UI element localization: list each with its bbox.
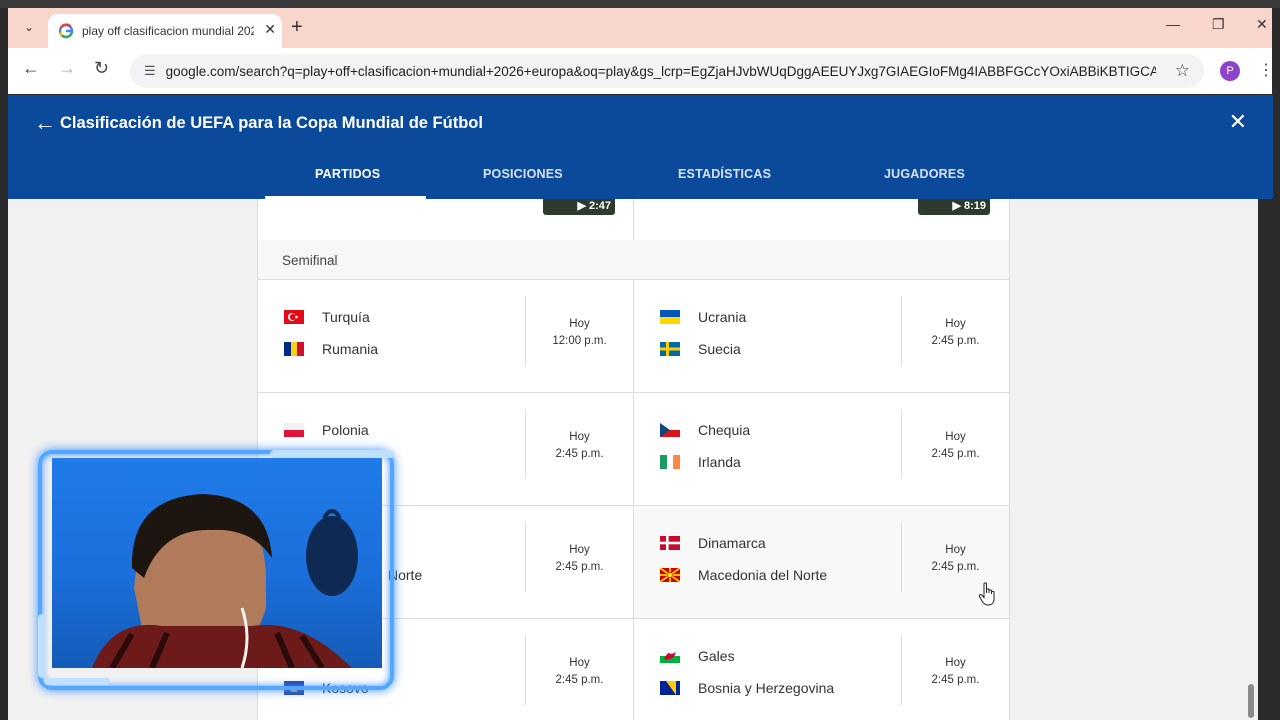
url-text[interactable]: google.com/search?q=play+off+clasificaci… (166, 64, 1156, 79)
video-duration: 2:47 (588, 200, 611, 212)
video-highlight-thumbnail[interactable]: ▶ 2:47 (543, 199, 615, 215)
north-macedonia-flag-icon (660, 567, 680, 583)
hand-cursor-icon (978, 582, 995, 606)
match-hour: 2:45 p.m. (555, 448, 604, 460)
match-day: Hoy (569, 657, 590, 669)
bookmark-star-icon[interactable]: ☆ (1175, 61, 1190, 81)
match-hour: 12:00 p.m. (552, 335, 607, 347)
poland-flag-icon (284, 423, 304, 437)
video-duration: 8:19 (963, 200, 986, 212)
match-hour: 2:45 p.m. (931, 335, 980, 347)
browser-menu-icon[interactable]: ⋮ (1258, 60, 1274, 80)
team-name: Macedonia del Norte (698, 567, 828, 583)
webcam-frame-accent (270, 450, 394, 458)
team-name: Ucrania (698, 309, 747, 325)
match-time: Hoy 2:45 p.m. (902, 429, 1009, 463)
reload-icon[interactable]: ↻ (94, 58, 109, 79)
address-bar[interactable]: ☰ google.com/search?q=play+off+clasifica… (130, 54, 1204, 88)
match-day: Hoy (569, 544, 590, 556)
google-favicon-icon (58, 23, 74, 39)
browser-tab-active[interactable]: play off clasificacion mundial 2026 euro… (48, 14, 282, 48)
match-card-ucrania-suecia[interactable]: Ucrania Suecia Hoy 2:45 p.m. (634, 280, 1009, 392)
match-row: Turquía Rumania Hoy 12:00 p.m. Ucrania Su… (258, 280, 1009, 393)
site-settings-icon[interactable]: ☰ (144, 63, 156, 79)
match-day: Hoy (569, 318, 590, 330)
panel-title: Clasificación de UEFA para la Copa Mundi… (60, 114, 483, 132)
team-name: Suecia (698, 341, 741, 357)
match-day: Hoy (945, 544, 966, 556)
new-tab-plus-icon[interactable]: + (291, 16, 303, 39)
czechia-flag-icon (660, 422, 680, 437)
window-close-icon[interactable]: ✕ (1256, 16, 1268, 33)
round-label: Semifinal (282, 253, 338, 268)
tab-close-icon[interactable]: ✕ (264, 21, 276, 38)
round-header: Semifinal (258, 240, 1009, 280)
chevron-down-icon: ⌄ (23, 20, 35, 34)
tab-estadisticas[interactable]: ESTADÍSTICAS (678, 167, 771, 181)
wales-flag-icon (660, 648, 680, 663)
match-hour: 2:45 p.m. (555, 561, 604, 573)
webcam-frame-accent (38, 614, 46, 678)
team-name: Turquía (322, 309, 370, 325)
panel-close-icon[interactable]: ✕ (1229, 109, 1247, 135)
webcam-frame (38, 450, 394, 690)
team-name: Dinamarca (698, 535, 766, 551)
screen-top-edge (0, 0, 1280, 8)
match-day: Hoy (945, 657, 966, 669)
sweden-flag-icon (660, 342, 680, 356)
bosnia-flag-icon (660, 681, 680, 695)
match-day: Hoy (945, 318, 966, 330)
ireland-flag-icon (660, 455, 680, 469)
video-highlight-thumbnail[interactable]: ▶ 8:19 (918, 199, 990, 215)
back-arrow-icon[interactable]: ← (22, 58, 40, 79)
forward-arrow-icon[interactable]: → (58, 58, 76, 79)
match-hour: 2:45 p.m. (555, 674, 604, 686)
panel-header: ← Clasificación de UEFA para la Copa Mun… (8, 95, 1273, 199)
match-day: Hoy (945, 431, 966, 443)
match-time: Hoy 12:00 p.m. (526, 316, 633, 350)
match-time: Hoy 2:45 p.m. (526, 655, 633, 689)
match-card-dinamarca-macedonia[interactable]: Dinamarca Macedonia del Norte Hoy 2:45 p.… (634, 506, 1009, 618)
team-name: Polonia (322, 422, 369, 438)
match-time: Hoy 2:45 p.m. (902, 655, 1009, 689)
previous-match-row: ▶ 2:47 ▶ 8:19 (258, 199, 1009, 241)
turkey-flag-icon (284, 310, 304, 324)
tab-partidos[interactable]: PARTIDOS (315, 167, 380, 181)
match-hour: 2:45 p.m. (931, 561, 980, 573)
panel-tabs: PARTIDOS POSICIONES ESTADÍSTICAS JUGADOR… (8, 155, 1273, 199)
match-hour: 2:45 p.m. (931, 448, 980, 460)
page-scrollbar[interactable] (1244, 199, 1258, 720)
profile-avatar[interactable]: P (1220, 61, 1240, 81)
match-time: Hoy 2:45 p.m. (902, 316, 1009, 350)
team-name: Chequia (698, 422, 751, 438)
tab-search-button[interactable]: ⌄ (18, 16, 40, 38)
match-day: Hoy (569, 431, 590, 443)
tab-title: play off clasificacion mundial 2026 euro… (82, 24, 254, 38)
denmark-flag-icon (660, 536, 680, 550)
team-name: Bosnia y Herzegovina (698, 680, 835, 696)
match-card-gales-bosnia[interactable]: Gales Bosnia y Herzegovina Hoy 2:45 p.m. (634, 619, 1009, 720)
column-divider (633, 199, 634, 240)
webcam-overlay (38, 450, 394, 690)
romania-flag-icon (284, 342, 304, 356)
match-card-chequia-irlanda[interactable]: Chequia Irlanda Hoy 2:45 p.m. (634, 393, 1009, 505)
match-card-turquia-rumania[interactable]: Turquía Rumania Hoy 12:00 p.m. (258, 280, 634, 392)
panel-back-arrow-icon[interactable]: ← (34, 110, 56, 136)
tab-jugadores[interactable]: JUGADORES (884, 167, 965, 181)
team-name: Rumania (322, 341, 379, 357)
minimize-icon[interactable]: — (1166, 16, 1180, 32)
match-time: Hoy 2:45 p.m. (526, 542, 633, 576)
team-name: Irlanda (698, 454, 741, 470)
team-name: Gales (698, 648, 735, 664)
match-time: Hoy 2:45 p.m. (526, 429, 633, 463)
restore-icon[interactable]: ❐ (1212, 16, 1225, 33)
ukraine-flag-icon (660, 310, 680, 324)
browser-toolbar: ← → ↻ ☰ google.com/search?q=play+off+cla… (8, 48, 1274, 94)
match-time: Hoy 2:45 p.m. (902, 542, 1009, 576)
browser-tab-bar: ⌄ play off clasificacion mundial 2026 eu… (8, 8, 1272, 48)
scrollbar-thumb[interactable] (1248, 684, 1254, 718)
tab-posiciones[interactable]: POSICIONES (483, 167, 563, 181)
match-hour: 2:45 p.m. (931, 674, 980, 686)
webcam-frame-accent (44, 678, 110, 685)
